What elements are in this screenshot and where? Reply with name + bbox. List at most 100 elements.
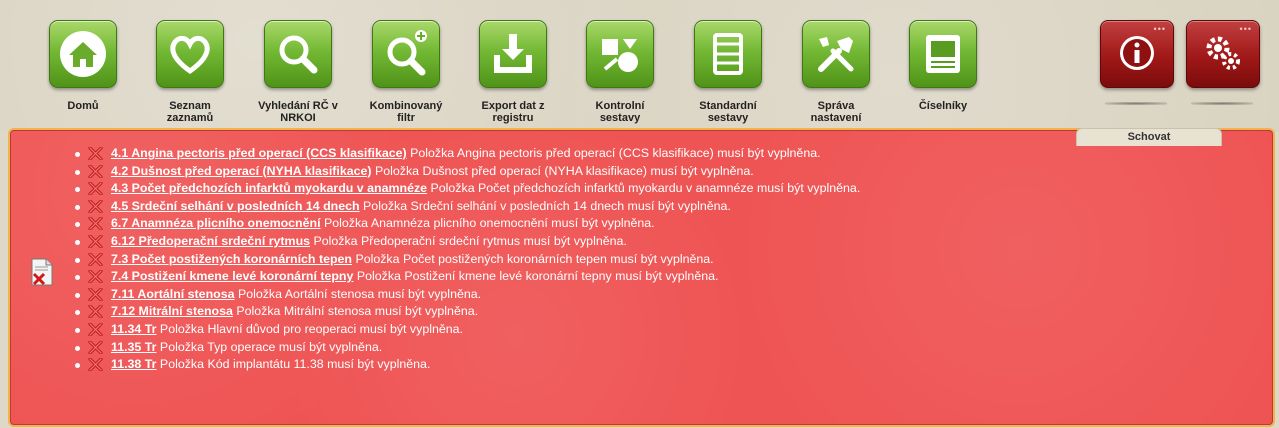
bullet-icon bbox=[75, 222, 80, 228]
toolbar-settings-button[interactable]: Správa nastavení bbox=[786, 20, 886, 124]
toolbar-label: Domů bbox=[67, 100, 99, 112]
bullet-icon bbox=[75, 257, 80, 263]
error-field-link[interactable]: 4.2 Dušnost před operací (NYHA klasifika… bbox=[111, 164, 372, 178]
error-field-link[interactable]: 6.7 Anamnéza plicního onemocnění bbox=[111, 216, 321, 230]
bullet-icon bbox=[75, 292, 80, 298]
error-field-link[interactable]: 11.34 Tr bbox=[111, 322, 156, 336]
toolbar-label: Kombinovaný filtr bbox=[369, 100, 443, 124]
download-tray-icon bbox=[479, 20, 547, 88]
info-icon bbox=[1120, 36, 1154, 70]
toolbar-label: Vyhledání RČ v NRKOI bbox=[258, 100, 338, 124]
error-message: Položka Typ operace musí být vyplněna. bbox=[156, 339, 383, 354]
error-item: 11.35 Tr Položka Typ operace musí být vy… bbox=[71, 339, 860, 357]
error-message: Položka Dušnost před operací (NYHA klasi… bbox=[371, 163, 754, 178]
error-item: 11.34 Tr Položka Hlavní důvod pro reoper… bbox=[71, 321, 860, 339]
bullet-icon bbox=[75, 363, 80, 369]
error-field-link[interactable]: 4.5 Srdeční selhání v posledních 14 dnec… bbox=[111, 199, 360, 213]
error-x-icon bbox=[88, 199, 103, 213]
error-item: 4.5 Srdeční selhání v posledních 14 dnec… bbox=[71, 198, 860, 216]
error-field-link[interactable]: 7.11 Aortální stenosa bbox=[111, 287, 235, 301]
bullet-icon bbox=[75, 275, 80, 281]
error-message: Položka Mitrální stenosa musí být vyplně… bbox=[232, 304, 479, 319]
error-x-icon bbox=[88, 234, 103, 248]
error-message: Položka Hlavní důvod pro reoperaci musí … bbox=[156, 321, 463, 336]
divider bbox=[1105, 102, 1167, 105]
error-field-link[interactable]: 7.4 Postižení kmene levé koronární tepny bbox=[111, 269, 353, 283]
bullet-icon bbox=[75, 345, 80, 351]
error-message: Položka Kód implantátu 11.38 musí být vy… bbox=[156, 357, 431, 372]
toolbar-label: Seznam zaznamů bbox=[166, 100, 214, 124]
error-field-link[interactable]: 7.12 Mitrální stenosa bbox=[111, 304, 233, 318]
error-x-icon bbox=[88, 322, 103, 336]
error-x-icon bbox=[88, 305, 103, 319]
error-x-icon bbox=[88, 340, 103, 354]
admin-settings-button[interactable]: ••• bbox=[1186, 20, 1260, 88]
search-icon bbox=[264, 20, 332, 88]
toolbar-label: Správa nastavení bbox=[810, 100, 862, 124]
bullet-icon bbox=[75, 310, 80, 316]
toolbar-label: Standardní sestavy bbox=[699, 100, 757, 124]
bullet-icon bbox=[75, 152, 80, 157]
error-message: Položka Anamnéza plicního onemocnění mus… bbox=[320, 216, 655, 231]
bullet-icon bbox=[75, 239, 80, 245]
toolbar-home-button[interactable]: Domů bbox=[33, 20, 133, 112]
bullet-icon bbox=[75, 187, 80, 193]
info-button[interactable]: ••• bbox=[1100, 20, 1174, 88]
hide-toolbar-tab[interactable]: Schovat bbox=[1076, 128, 1222, 146]
toolbar-label: Číselníky bbox=[918, 100, 968, 112]
error-message: Položka Aortální stenosa musí být vyplně… bbox=[234, 286, 482, 301]
bullet-icon bbox=[75, 327, 80, 333]
bullet-icon bbox=[75, 169, 80, 175]
error-item: 11.38 Tr Položka Kód implantátu 11.38 mu… bbox=[71, 356, 860, 374]
toolbar-search-button[interactable]: Vyhledání RČ v NRKOI bbox=[248, 20, 348, 124]
error-x-icon bbox=[88, 252, 103, 266]
home-icon bbox=[49, 20, 117, 88]
toolbar-standard-reports-button[interactable]: Standardní sestavy bbox=[678, 20, 778, 124]
error-field-link[interactable]: 7.3 Počet postižených koronárních tepen bbox=[111, 252, 352, 266]
error-item: 6.12 Předoperační srdeční rytmus Položka… bbox=[71, 233, 860, 251]
toolbar-records-button[interactable]: Seznam zaznamů bbox=[140, 20, 240, 124]
error-message: Položka Předoperační srdeční rytmus musí… bbox=[310, 233, 627, 248]
error-x-icon bbox=[88, 287, 103, 301]
error-field-link[interactable]: 4.3 Počet předchozích infarktů myokardu … bbox=[111, 181, 427, 195]
heart-icon bbox=[156, 20, 224, 88]
table-icon bbox=[694, 20, 762, 88]
error-item: 7.3 Počet postižených koronárních tepen … bbox=[71, 251, 860, 269]
main-toolbar: Domů Seznam zaznamů Vyhledání RČ v NRKOI… bbox=[0, 0, 1279, 132]
toolbar-label: Export dat z registru bbox=[481, 100, 545, 124]
error-item: 4.2 Dušnost před operací (NYHA klasifika… bbox=[71, 163, 860, 181]
error-message: Položka Počet předchozích infarktů myoka… bbox=[427, 181, 861, 196]
bullet-icon bbox=[75, 204, 80, 210]
error-field-link[interactable]: 4.1 Angina pectoris před operací (CCS kl… bbox=[111, 146, 407, 160]
toolbar-codebooks-button[interactable]: Číselníky bbox=[893, 20, 993, 112]
error-item: 4.1 Angina pectoris před operací (CCS kl… bbox=[71, 145, 860, 163]
error-x-icon bbox=[88, 182, 103, 196]
toolbar-export-button[interactable]: Export dat z registru bbox=[463, 20, 563, 124]
error-item: 7.4 Postižení kmene levé koronární tepny… bbox=[71, 268, 860, 286]
error-x-icon bbox=[88, 270, 103, 284]
tools-icon bbox=[802, 20, 870, 88]
toolbar-filter-button[interactable]: Kombinovaný filtr bbox=[356, 20, 456, 124]
error-item: 7.11 Aortální stenosa Položka Aortální s… bbox=[71, 286, 860, 304]
error-field-link[interactable]: 11.35 Tr bbox=[111, 340, 156, 354]
error-item: 7.12 Mitrální stenosa Položka Mitrální s… bbox=[71, 303, 860, 321]
search-plus-icon bbox=[372, 20, 440, 88]
validation-errors-panel: 4.1 Angina pectoris před operací (CCS kl… bbox=[10, 130, 1273, 425]
error-message: Položka Počet postižených koronárních te… bbox=[352, 251, 714, 266]
toolbar-control-reports-button[interactable]: Kontrolní sestavy bbox=[570, 20, 670, 124]
toolbar-label: Kontrolní sestavy bbox=[595, 100, 645, 124]
error-message: Položka Srdeční selhání v posledních 14 … bbox=[359, 198, 731, 213]
document-error-icon bbox=[31, 258, 53, 286]
error-item: 6.7 Anamnéza plicního onemocnění Položka… bbox=[71, 215, 860, 233]
error-message: Položka Postižení kmene levé koronární t… bbox=[353, 269, 719, 284]
divider bbox=[1191, 102, 1253, 105]
gears-icon bbox=[1206, 36, 1240, 70]
error-x-icon bbox=[88, 358, 103, 372]
error-x-icon bbox=[88, 147, 103, 160]
error-field-link[interactable]: 6.12 Předoperační srdeční rytmus bbox=[111, 234, 310, 248]
shapes-icon bbox=[586, 20, 654, 88]
error-field-link[interactable]: 11.38 Tr bbox=[111, 357, 156, 371]
error-message: Položka Angina pectoris před operací (CC… bbox=[406, 146, 821, 160]
codebook-icon bbox=[909, 20, 977, 88]
error-x-icon bbox=[88, 217, 103, 231]
